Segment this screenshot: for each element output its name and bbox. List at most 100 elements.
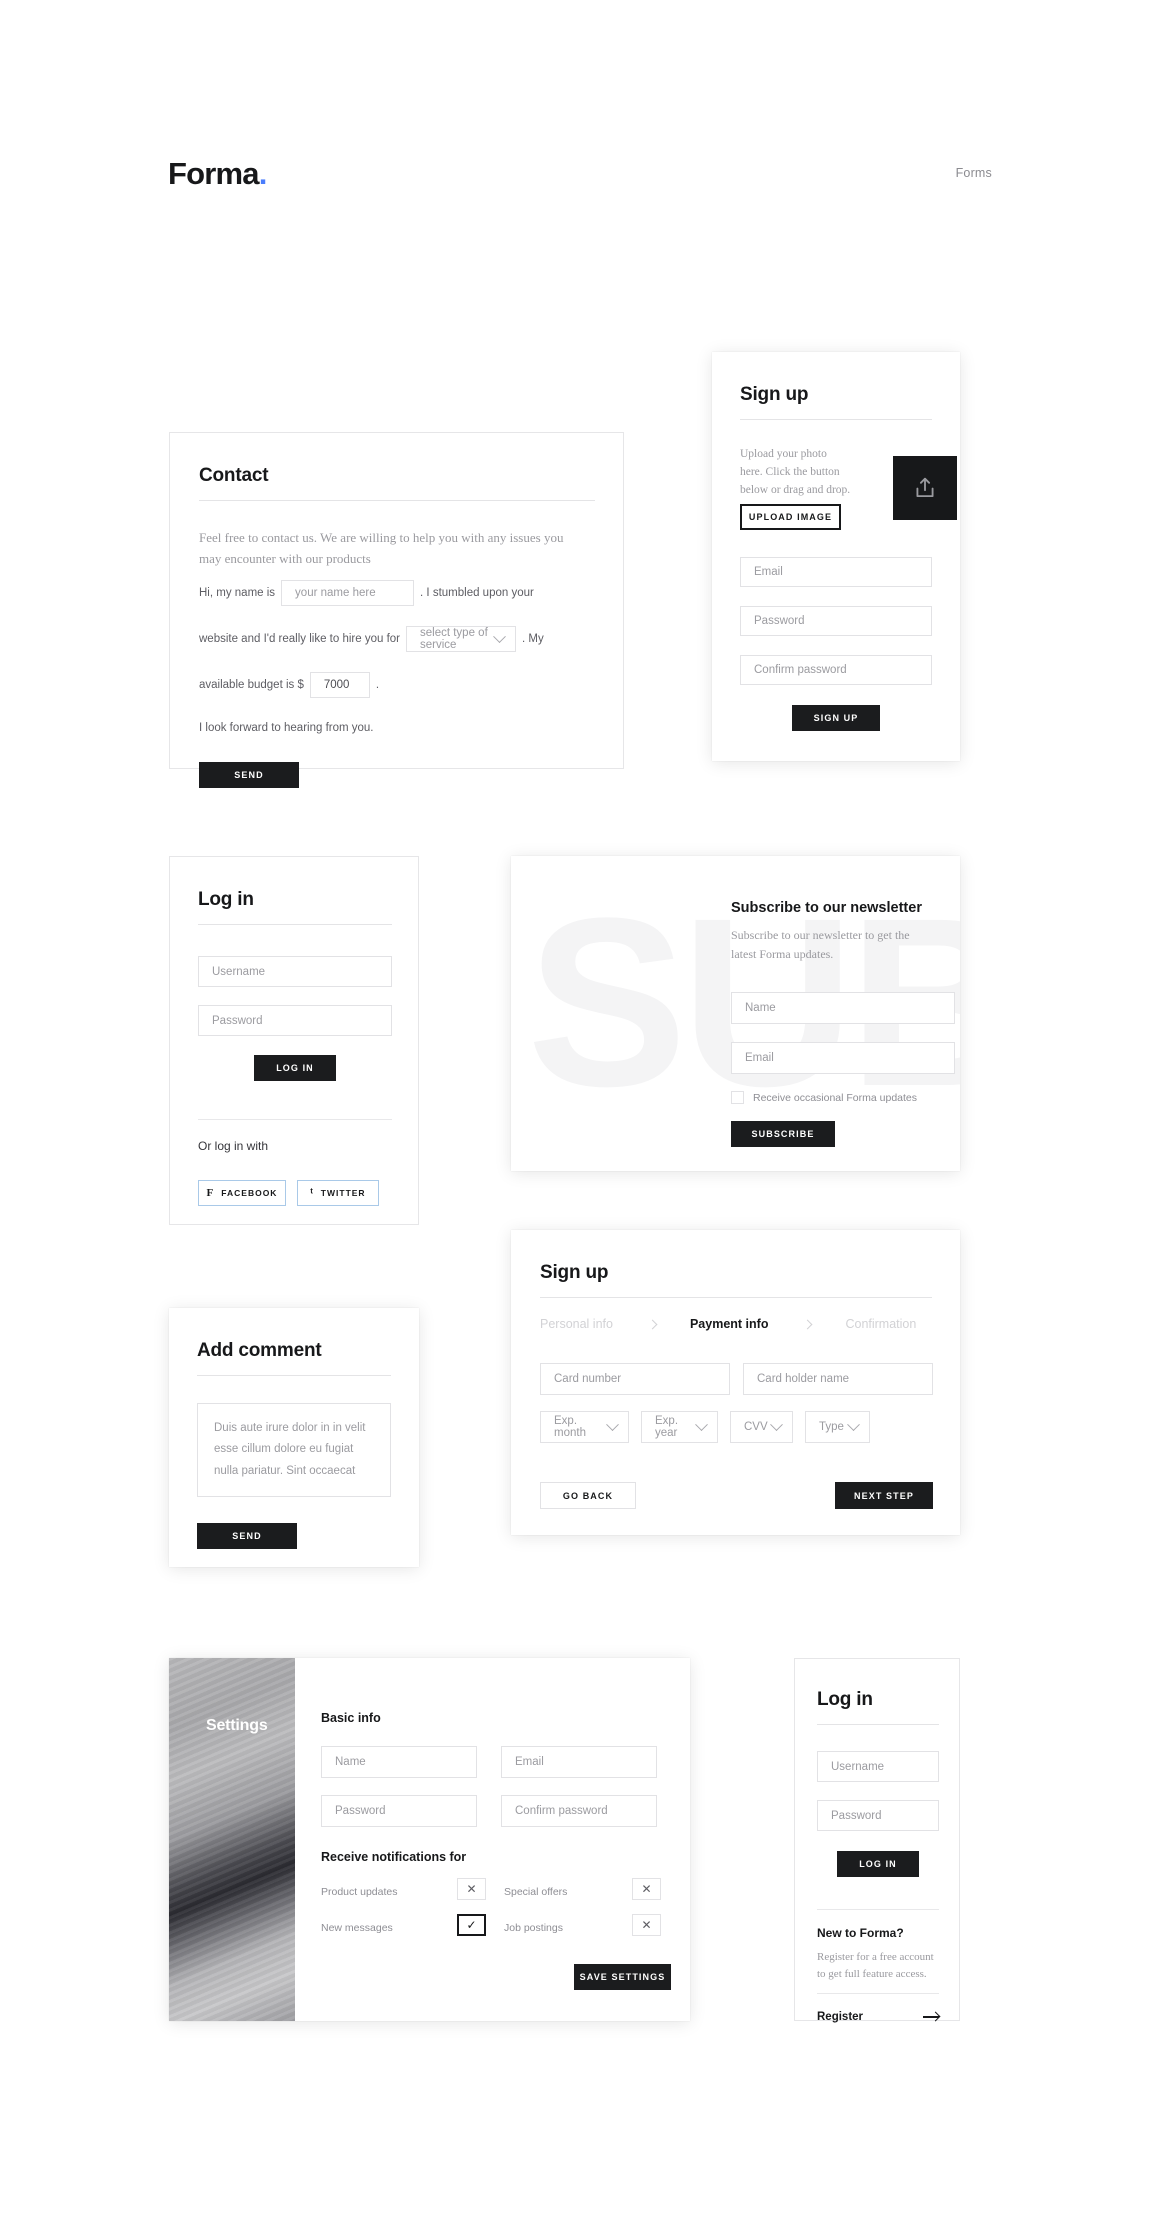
- login-submit-button[interactable]: LOG IN: [254, 1055, 336, 1081]
- newsletter-checkbox-row[interactable]: Receive occasional Forma updates: [731, 1091, 917, 1104]
- login-username-input[interactable]: Username: [198, 956, 392, 987]
- notification-label-job-postings: Job postings: [504, 1922, 563, 1934]
- signup-upload-text: Upload your photo here. Click the button…: [740, 448, 851, 496]
- site-header: Forma. Forms: [168, 150, 992, 196]
- login-social-title: Log in: [198, 889, 254, 910]
- settings-name-input[interactable]: Name: [321, 1746, 477, 1778]
- settings-notifications-heading: Receive notifications for: [321, 1850, 467, 1864]
- signup-password-input[interactable]: Password: [740, 606, 932, 636]
- contact-service-select[interactable]: select type of service: [406, 626, 516, 652]
- notification-checkbox-product-updates[interactable]: ✕: [457, 1878, 486, 1900]
- notification-checkbox-special-offers[interactable]: ✕: [632, 1878, 661, 1900]
- contact-line2-prefix: website and I'd really like to hire you …: [199, 633, 400, 645]
- payment-go-back-button[interactable]: GO BACK: [540, 1482, 636, 1509]
- chevron-down-icon: [847, 1417, 860, 1431]
- newsletter-name-input[interactable]: Name: [731, 992, 955, 1024]
- chevron-down-icon: [606, 1417, 619, 1431]
- exp-month-select[interactable]: Exp. month: [540, 1411, 629, 1443]
- page-root: Forma. Forms Contact Feel free to contac…: [0, 0, 1160, 2226]
- comment-send-button[interactable]: SEND: [197, 1523, 297, 1549]
- contact-line3-suffix: .: [375, 679, 380, 691]
- facebook-login-label: FACEBOOK: [221, 1188, 278, 1198]
- newsletter-description: Subscribe to our newsletter to get the l…: [731, 928, 910, 962]
- add-comment-card: Add comment Duis aute irure dolor in in …: [169, 1308, 419, 1567]
- payment-next-step-button[interactable]: NEXT STEP: [835, 1482, 933, 1509]
- login-register-submit-button[interactable]: LOG IN: [837, 1851, 919, 1877]
- settings-password-input[interactable]: Password: [321, 1795, 477, 1827]
- settings-card: Settings Basic info Name Email Password …: [169, 1658, 690, 2021]
- card-type-value: Type: [819, 1421, 844, 1433]
- contact-name-input[interactable]: your name here: [281, 580, 415, 606]
- contact-budget-input[interactable]: 7000: [309, 672, 370, 698]
- twitter-icon: ᵗ: [310, 1187, 314, 1199]
- payment-steps: Personal info Payment info Confirmation: [540, 1317, 932, 1331]
- newsletter-checkbox-label: Receive occasional Forma updates: [753, 1091, 918, 1104]
- contact-send-button[interactable]: SEND: [199, 762, 299, 788]
- contact-line2-suffix: . My: [522, 633, 544, 645]
- login-register-divider-top: [817, 1909, 939, 1910]
- newsletter-email-input[interactable]: Email: [731, 1042, 955, 1074]
- login-register-password-input[interactable]: Password: [817, 1800, 939, 1831]
- new-to-forma-text: Register for a free account to get full …: [817, 1951, 934, 1981]
- chevron-down-icon: [770, 1417, 783, 1431]
- settings-save-button[interactable]: SAVE SETTINGS: [574, 1964, 671, 1990]
- comment-title-rule: [197, 1375, 391, 1376]
- settings-email-input[interactable]: Email: [501, 1746, 657, 1778]
- signup-photo-card: Sign up Upload your photo here. Click th…: [712, 352, 960, 761]
- signup-email-input[interactable]: Email: [740, 557, 932, 587]
- cvv-select[interactable]: CVV: [730, 1411, 793, 1443]
- signup-submit-button[interactable]: SIGN UP: [792, 705, 880, 731]
- contact-service-value: select type of service: [420, 627, 488, 651]
- upload-image-button[interactable]: UPLOAD IMAGE: [740, 504, 841, 530]
- nav-link-forms[interactable]: Forms: [956, 166, 992, 180]
- cvv-value: CVV: [744, 1421, 768, 1433]
- login-social-card: Log in Username Password LOG IN Or log i…: [169, 856, 419, 1225]
- newsletter-checkbox[interactable]: [731, 1091, 744, 1104]
- login-or-label: Or log in with: [198, 1139, 269, 1153]
- login-register-card: Log in Username Password LOG IN New to F…: [794, 1658, 960, 2023]
- chevron-down-icon: [493, 629, 506, 643]
- login-register-username-input[interactable]: Username: [817, 1751, 939, 1782]
- settings-photo-panel: [169, 1658, 295, 2021]
- notification-checkbox-new-messages[interactable]: ✓: [457, 1914, 486, 1936]
- notification-label-product-updates: Product updates: [321, 1886, 398, 1898]
- newsletter-subscribe-button[interactable]: SUBSCRIBE: [731, 1121, 835, 1147]
- notification-checkbox-job-postings[interactable]: ✕: [632, 1914, 661, 1936]
- register-link-row[interactable]: Register: [817, 2011, 939, 2023]
- payment-title-rule: [540, 1297, 932, 1298]
- signup-photo-title: Sign up: [740, 384, 809, 405]
- exp-year-select[interactable]: Exp. year: [641, 1411, 718, 1443]
- step-separator-2: [803, 1319, 813, 1329]
- arrow-right-icon: [923, 2016, 939, 2018]
- login-divider: [198, 1119, 392, 1120]
- contact-title-rule: [199, 500, 595, 501]
- notification-label-special-offers: Special offers: [504, 1886, 568, 1898]
- brand-logo-dot: .: [258, 155, 268, 191]
- contact-line3-prefix: available budget is $: [199, 679, 304, 691]
- contact-title: Contact: [199, 465, 269, 486]
- contact-line1-prefix: Hi, my name is: [199, 587, 276, 599]
- brand-logo[interactable]: Forma.: [168, 158, 267, 189]
- comment-textarea[interactable]: Duis aute irure dolor in in velit esse c…: [197, 1403, 391, 1497]
- notification-label-new-messages: New messages: [321, 1922, 393, 1934]
- signup-confirm-password-input[interactable]: Confirm password: [740, 655, 932, 685]
- facebook-login-button[interactable]: f FACEBOOK: [198, 1180, 286, 1206]
- exp-year-value: Exp. year: [655, 1415, 679, 1439]
- contact-line1-suffix: . I stumbled upon your: [420, 587, 534, 599]
- card-type-select[interactable]: Type: [805, 1411, 870, 1443]
- new-to-forma-heading: New to Forma?: [817, 1926, 904, 1940]
- step-confirmation[interactable]: Confirmation: [845, 1317, 916, 1331]
- step-personal-info[interactable]: Personal info: [540, 1317, 613, 1331]
- chevron-down-icon: [695, 1417, 708, 1431]
- step-payment-info[interactable]: Payment info: [690, 1317, 769, 1331]
- signup-photo-title-rule: [740, 419, 932, 420]
- upload-icon: [916, 477, 934, 498]
- settings-confirm-password-input[interactable]: Confirm password: [501, 1795, 657, 1827]
- photo-dropzone[interactable]: [893, 456, 957, 520]
- twitter-login-button[interactable]: ᵗ TWITTER: [297, 1180, 379, 1206]
- card-number-input[interactable]: Card number: [540, 1363, 730, 1395]
- payment-title: Sign up: [540, 1262, 609, 1283]
- card-holder-input[interactable]: Card holder name: [743, 1363, 933, 1395]
- login-password-input[interactable]: Password: [198, 1005, 392, 1036]
- contact-closing: I look forward to hearing from you.: [199, 722, 374, 734]
